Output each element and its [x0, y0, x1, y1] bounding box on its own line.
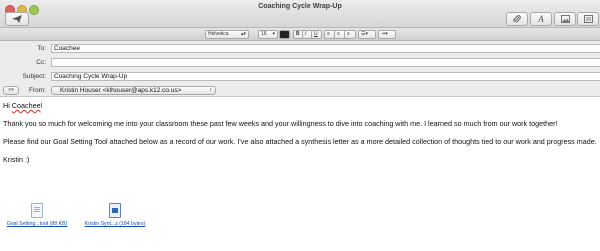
title-bar: Coaching Cycle Wrap-Up A [0, 0, 600, 28]
send-button[interactable] [5, 12, 29, 26]
message-body[interactable]: Hi Coachee! Thank you so much for welcom… [3, 101, 597, 173]
photo-browser-button[interactable] [554, 12, 576, 26]
font-size-select[interactable]: 16 ▾ [258, 30, 278, 39]
from-value: Kristin Houser <klhouser@aps.k12.co.us> [60, 87, 182, 94]
chevron-updown-icon: ▾ [272, 31, 275, 37]
underline-button[interactable]: U [311, 30, 322, 39]
chevron-updown-icon: ▴▾ [240, 31, 246, 37]
font-family-select[interactable]: Helvetica ▴▾ [205, 30, 249, 39]
list-button[interactable]: ☰▾ [358, 30, 376, 39]
cc-field[interactable] [51, 58, 600, 67]
format-bar: Helvetica ▴▾ 16 ▾ B I U ≡ ≡ ≡ ☰▾ ⇥▾ [0, 28, 600, 41]
cc-label: Cc: [36, 59, 46, 66]
greeting-name: Coachee [11, 101, 41, 110]
stationery-button[interactable] [577, 12, 599, 26]
greeting-end: ! [40, 101, 43, 110]
from-label: From: [29, 87, 46, 94]
indent-icon: ⇥▾ [381, 31, 388, 37]
chevron-updown-icon: ↕ [209, 87, 213, 93]
subject-field[interactable]: Coaching Cycle Wrap-Up [51, 72, 600, 81]
paragraph-thanks: Thank you so much for welcoming me into … [3, 119, 558, 128]
font-a-icon: A [538, 14, 544, 24]
document-icon [31, 203, 43, 218]
word-document-icon [109, 203, 121, 218]
paperclip-icon [513, 14, 521, 23]
to-label: To: [37, 45, 46, 52]
greeting-hi: Hi [3, 101, 12, 110]
attachment-goal-setting[interactable]: Goal Setting...trait (88 KB) [2, 203, 72, 227]
from-select[interactable]: Kristin Houser <klhouser@aps.k12.co.us> … [51, 86, 216, 95]
align-right-button[interactable]: ≡ [344, 30, 356, 39]
format-button[interactable]: A [530, 12, 552, 26]
attachment-label: Goal Setting...trait (88 KB) [6, 221, 68, 227]
stationery-icon [583, 15, 593, 23]
signoff: Kristin :) [3, 155, 30, 164]
attach-button[interactable] [506, 12, 528, 26]
align-left-icon: ≡ [327, 31, 330, 37]
greeting: Hi Coachee! [3, 101, 597, 110]
paragraph-attachments: Please find our Goal Setting Tool attach… [3, 137, 597, 146]
align-right-icon: ≡ [347, 31, 350, 37]
attachment-label: Kristin Synt...z (184 bytes) [84, 221, 146, 227]
compose-window: Coaching Cycle Wrap-Up A Helvetica ▴▾ 16… [0, 0, 600, 251]
subject-label: Subject: [22, 73, 47, 80]
window-title: Coaching Cycle Wrap-Up [258, 3, 342, 10]
align-center-icon: ≡ [337, 31, 340, 37]
text-color-button[interactable] [279, 30, 290, 39]
to-field[interactable]: Coachee [51, 44, 600, 53]
photo-icon [560, 15, 570, 23]
indent-button[interactable]: ⇥▾ [378, 30, 396, 39]
message-header: To: Coachee Cc: Subject: Coaching Cycle … [0, 41, 600, 97]
attachment-synthesis-letter[interactable]: Kristin Synt...z (184 bytes) [80, 203, 150, 227]
font-size-value: 16 [261, 31, 267, 37]
list-icon: ☰▾ [361, 31, 368, 37]
send-icon [12, 15, 22, 23]
font-family-value: Helvetica [208, 31, 229, 37]
